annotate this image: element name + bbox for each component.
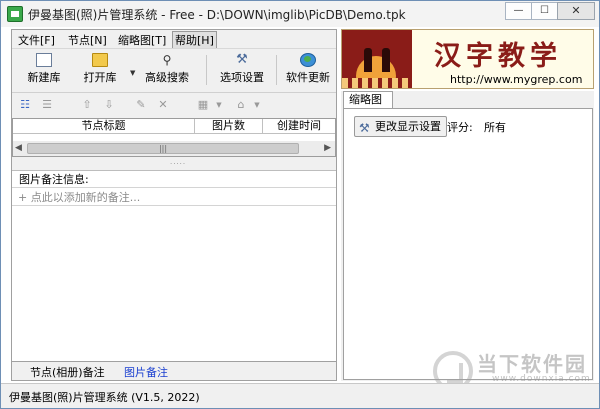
add-note-row[interactable]: + 点此以添加新的备注... xyxy=(12,187,336,206)
tab-image-notes[interactable]: 图片备注 xyxy=(124,364,168,380)
globe-icon xyxy=(300,53,316,67)
binoculars-icon: ⚲ xyxy=(162,53,172,67)
menu-thumbnail[interactable]: 缩略图[T] xyxy=(118,32,166,48)
column-created-time[interactable]: 创建时间 xyxy=(263,119,335,134)
tab-node-notes[interactable]: 节点(相册)备注 xyxy=(30,364,105,380)
home-icon[interactable]: ⌂ xyxy=(234,98,248,112)
app-window: 伊曼基图(照)片管理系统 - Free - D:\DOWN\imglib\Pic… xyxy=(0,0,600,409)
folder-open-icon xyxy=(92,53,108,67)
new-db-label: 新建库 xyxy=(27,71,61,84)
display-settings-button[interactable]: ⚒ 更改显示设置 xyxy=(354,116,447,137)
display-settings-label: 更改显示设置 xyxy=(375,120,441,133)
banner-logo xyxy=(342,30,412,88)
column-image-count[interactable]: 图片数 xyxy=(195,119,263,134)
banner-url[interactable]: http://www.mygrep.com xyxy=(450,73,582,86)
rating-label: 评分: xyxy=(447,121,473,134)
status-text: 伊曼基图(照)片管理系统 (V1.5, 2022) xyxy=(9,391,200,404)
toolbar-divider xyxy=(276,55,277,85)
thumbnail-panel: 缩略图 ⚒ 更改显示设置 评分: 所有 xyxy=(341,91,594,381)
options-button[interactable]: ⚒ 选项设置 xyxy=(217,53,267,89)
open-db-button[interactable]: 打开库 xyxy=(80,53,120,89)
tree-collapse-icon[interactable]: ☰ xyxy=(40,98,54,112)
toolbar-divider xyxy=(206,55,207,85)
options-label: 选项设置 xyxy=(220,71,264,84)
banner-ad[interactable]: 汉字教学 http://www.mygrep.com xyxy=(341,29,594,89)
open-db-dropdown-icon[interactable]: ▼ xyxy=(130,69,135,77)
arrow-up-icon[interactable]: ⇧ xyxy=(80,98,94,112)
grid-header: 节点标题 图片数 创建时间 xyxy=(13,119,335,134)
menu-file[interactable]: 文件[F] xyxy=(18,32,55,48)
image-dropdown-icon[interactable]: ▼ xyxy=(212,98,226,112)
image-icon[interactable]: ▦ xyxy=(196,98,210,112)
scroll-thumb[interactable]: ||| xyxy=(27,143,299,154)
horizontal-scrollbar[interactable]: ◀ ||| ▶ xyxy=(13,141,335,156)
node-grid[interactable]: 节点标题 图片数 创建时间 ◀ ||| ▶ xyxy=(12,118,336,157)
close-button[interactable]: ✕ xyxy=(557,2,595,20)
update-button[interactable]: 软件更新 xyxy=(283,53,333,89)
notes-area[interactable] xyxy=(12,206,336,361)
notes-label: 图片备注信息: xyxy=(12,170,336,187)
new-db-button[interactable]: 新建库 xyxy=(24,53,64,89)
splitter-grip[interactable]: ····· xyxy=(170,160,186,168)
maximize-button[interactable]: ☐ xyxy=(531,2,558,20)
advanced-search-button[interactable]: ⚲ 高级搜索 xyxy=(142,53,192,89)
left-pane: 文件[F] 节点[N] 缩略图[T] 帮助[H] 新建库 打开库 ▼ ⚲ 高级搜… xyxy=(11,29,337,381)
hammer-icon: ⚒ xyxy=(359,121,370,135)
home-dropdown-icon[interactable]: ▼ xyxy=(250,98,264,112)
open-db-label: 打开库 xyxy=(83,71,117,84)
tab-thumbnails[interactable]: 缩略图 xyxy=(343,91,393,109)
node-toolbar: ☷ ☰ ⇧ ⇩ ✎ ✕ ▦ ▼ ⌂ ▼ xyxy=(12,92,336,117)
app-icon xyxy=(7,6,23,22)
main-toolbar: 新建库 打开库 ▼ ⚲ 高级搜索 ⚒ 选项设置 软件更新 xyxy=(12,48,336,90)
rating-filter[interactable]: 所有 xyxy=(484,119,506,135)
status-bar: 伊曼基图(照)片管理系统 (V1.5, 2022) xyxy=(1,383,599,408)
thumbnail-area[interactable]: ⚒ 更改显示设置 评分: 所有 xyxy=(343,108,593,380)
watermark-title: 当下软件园 xyxy=(477,352,587,376)
hammer-icon: ⚒ xyxy=(236,52,248,67)
notes-tabs: 节点(相册)备注 图片备注 xyxy=(12,361,336,380)
arrow-down-icon[interactable]: ⇩ xyxy=(102,98,116,112)
delete-icon[interactable]: ✕ xyxy=(156,98,170,112)
scroll-right-icon[interactable]: ▶ xyxy=(324,143,331,153)
advanced-search-label: 高级搜索 xyxy=(145,71,189,84)
menu-help[interactable]: 帮助[H] xyxy=(172,31,217,49)
menu-node[interactable]: 节点[N] xyxy=(68,32,107,48)
title-bar[interactable]: 伊曼基图(照)片管理系统 - Free - D:\DOWN\imglib\Pic… xyxy=(1,1,599,27)
menu-bar: 文件[F] 节点[N] 缩略图[T] 帮助[H] xyxy=(12,30,336,49)
scroll-left-icon[interactable]: ◀ xyxy=(15,143,22,153)
update-label: 软件更新 xyxy=(286,71,330,84)
edit-icon[interactable]: ✎ xyxy=(134,98,148,112)
banner-title: 汉字教学 xyxy=(434,41,562,72)
tree-icon[interactable]: ☷ xyxy=(18,98,32,112)
window-title: 伊曼基图(照)片管理系统 - Free - D:\DOWN\imglib\Pic… xyxy=(28,8,406,22)
column-node-title[interactable]: 节点标题 xyxy=(13,119,195,134)
minimize-button[interactable]: — xyxy=(505,2,532,20)
new-file-icon xyxy=(36,53,52,67)
